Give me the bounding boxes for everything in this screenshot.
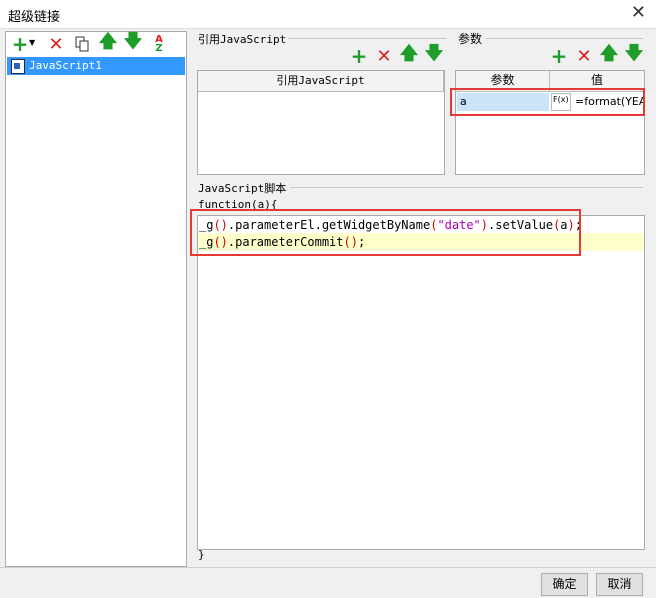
code-line[interactable]: _g().parameterCommit(); — [198, 233, 644, 251]
ref-move-up-icon[interactable]: 🡅 — [399, 43, 419, 66]
close-icon[interactable]: ✕ — [631, 2, 646, 23]
ok-button[interactable]: 确定 — [541, 573, 588, 596]
code-token: ) — [480, 218, 489, 232]
script-group-title: JavaScript脚本 — [198, 182, 287, 195]
script-group-line — [290, 187, 643, 188]
delete-icon[interactable]: ✕ — [46, 34, 66, 55]
params-table: 参数 值 a F(x) =format(YEA — [455, 70, 645, 175]
ref-move-down-icon[interactable]: 🡇 — [424, 43, 444, 66]
window-title: 超级链接 — [8, 10, 61, 25]
script-file-icon — [11, 59, 25, 74]
ref-table[interactable]: 引用JavaScript — [197, 70, 445, 175]
code-token: .setValue — [488, 218, 554, 232]
code-token: () — [213, 218, 228, 232]
list-item[interactable]: JavaScript1 — [7, 57, 185, 75]
params-group-line — [486, 38, 643, 39]
code-token: () — [213, 235, 228, 249]
param-add-icon[interactable]: + — [549, 44, 569, 68]
left-toolbar: + ▼ ✕ 🡅 🡇 AZ — [6, 31, 186, 56]
code-token: _g — [199, 218, 214, 232]
ref-group-title: 引用JavaScript — [198, 33, 287, 46]
param-delete-icon[interactable]: ✕ — [574, 46, 594, 67]
code-line[interactable]: _g().parameterEl.getWidgetByName("date")… — [198, 216, 644, 234]
params-group-title: 参数 — [458, 32, 483, 46]
ref-delete-icon[interactable]: ✕ — [374, 46, 394, 67]
params-column-header-value[interactable]: 值 — [550, 71, 644, 92]
code-token: _g — [199, 235, 214, 249]
title-bar: 超级链接 ✕ — [0, 0, 656, 29]
chevron-down-icon[interactable]: ▼ — [29, 38, 35, 47]
param-value-text: =format(YEA — [575, 95, 644, 108]
cancel-button[interactable]: 取消 — [596, 573, 643, 596]
params-column-header-name[interactable]: 参数 — [456, 71, 550, 92]
param-name-value: a — [460, 95, 467, 108]
code-token: .parameterEl.getWidgetByName — [227, 218, 431, 232]
param-move-up-icon[interactable]: 🡅 — [599, 43, 619, 66]
param-name-cell[interactable]: a — [457, 93, 549, 111]
code-token: "date" — [437, 218, 481, 232]
code-token: ; — [357, 235, 366, 249]
ref-add-icon[interactable]: + — [349, 44, 369, 68]
footer-divider — [0, 567, 656, 568]
formula-icon: F(x) — [553, 95, 569, 104]
code-token: ; — [574, 218, 582, 232]
code-token: a — [560, 218, 568, 232]
code-token: ) — [567, 218, 575, 232]
param-move-down-icon[interactable]: 🡇 — [624, 43, 644, 66]
copy-icon[interactable] — [72, 34, 92, 54]
add-icon[interactable]: + — [10, 32, 30, 56]
code-token: () — [343, 235, 358, 249]
left-panel: + ▼ ✕ 🡅 🡇 AZ JavaScript1 — [5, 31, 187, 567]
script-header-line: function(a){ — [198, 198, 278, 211]
sort-icon[interactable]: AZ — [149, 34, 169, 54]
move-down-icon[interactable]: 🡇 — [123, 31, 143, 54]
code-token: .parameterCommit — [227, 235, 344, 249]
param-value-cell[interactable]: =format(YEA — [573, 93, 644, 111]
move-up-icon[interactable]: 🡅 — [98, 31, 118, 54]
ref-group-line — [288, 38, 446, 39]
list-item-label: JavaScript1 — [29, 59, 102, 72]
formula-button[interactable]: F(x) — [551, 93, 571, 111]
ref-column-header[interactable]: 引用JavaScript — [198, 71, 444, 92]
script-footer-line: } — [198, 548, 205, 561]
script-editor[interactable]: _g().parameterEl.getWidgetByName("date")… — [197, 215, 645, 550]
